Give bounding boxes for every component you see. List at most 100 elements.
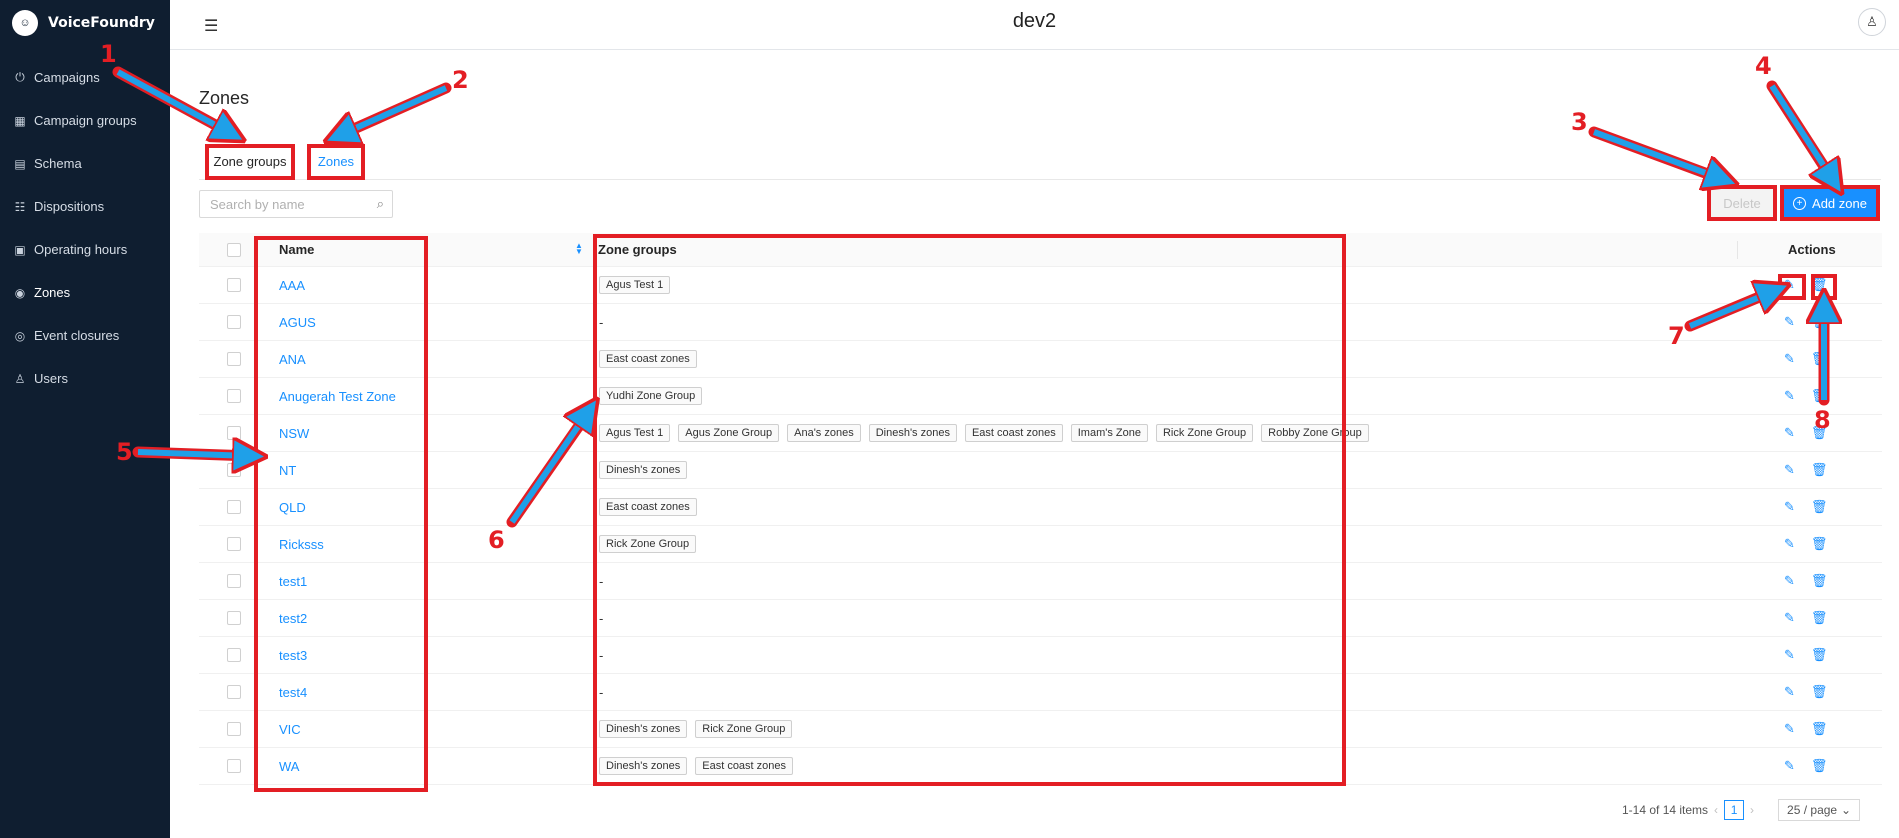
column-header-name[interactable]: Name (279, 233, 314, 266)
edit-icon[interactable]: ✎ (1784, 721, 1795, 737)
trash-icon[interactable]: 🗑 (1811, 499, 1828, 515)
sidebar-item-event-closures[interactable]: ◎ Event closures (0, 314, 170, 357)
delete-button[interactable]: Delete (1707, 185, 1777, 221)
row-checkbox[interactable] (227, 648, 241, 662)
prev-page-icon[interactable]: ‹ (1714, 803, 1718, 817)
row-checkbox[interactable] (227, 352, 241, 366)
sidebar-item-label: Schema (34, 156, 82, 171)
zone-group-tag: Rick Zone Group (695, 720, 793, 738)
users-icon: ♙ (14, 371, 26, 386)
zone-name-link[interactable]: AGUS (279, 315, 316, 330)
row-checkbox[interactable] (227, 500, 241, 514)
row-actions: ✎ 🗑 (1784, 563, 1827, 599)
trash-icon[interactable]: 🗑 (1811, 425, 1828, 441)
row-checkbox[interactable] (227, 315, 241, 329)
zone-name-link[interactable]: AAA (279, 278, 305, 293)
zone-groups-cell: - (599, 600, 603, 636)
sort-icon[interactable]: ▲ ▼ (575, 242, 583, 256)
zone-group-tag: East coast zones (599, 350, 697, 368)
trash-icon[interactable]: 🗑 (1811, 388, 1828, 404)
tab-zone-groups[interactable]: Zone groups (205, 144, 295, 180)
edit-icon[interactable]: ✎ (1784, 610, 1795, 626)
select-all-checkbox[interactable] (227, 242, 241, 257)
trash-icon[interactable]: 🗑 (1811, 758, 1828, 774)
dispositions-icon: ☷ (14, 199, 26, 214)
zone-name-link[interactable]: test3 (279, 648, 307, 663)
edit-icon[interactable]: ✎ (1784, 351, 1795, 367)
trash-icon[interactable]: 🗑 (1811, 536, 1828, 552)
row-checkbox[interactable] (227, 759, 241, 773)
zone-groups-cell: - (599, 637, 603, 673)
row-checkbox[interactable] (227, 685, 241, 699)
edit-icon[interactable]: ✎ (1784, 425, 1795, 441)
search-input[interactable] (200, 191, 360, 217)
pagination-summary: 1-14 of 14 items (1622, 803, 1709, 817)
zone-name-link[interactable]: test4 (279, 685, 307, 700)
trash-icon[interactable]: 🗑 (1811, 721, 1828, 737)
zone-group-tag: Dinesh's zones (868, 424, 957, 442)
sidebar-item-schema[interactable]: ▤ Schema (0, 142, 170, 185)
add-zone-button[interactable]: + Add zone (1780, 185, 1880, 221)
edit-icon[interactable]: ✎ (1784, 684, 1795, 700)
sidebar-item-dispositions[interactable]: ☷ Dispositions (0, 185, 170, 228)
edit-icon[interactable]: ✎ (1784, 499, 1795, 515)
sidebar-item-zones[interactable]: ◉ Zones (0, 271, 170, 314)
trash-icon[interactable]: 🗑 (1811, 647, 1828, 663)
sidebar-item-users[interactable]: ♙ Users (0, 357, 170, 400)
row-actions: ✎ 🗑 (1784, 341, 1827, 377)
next-page-icon[interactable]: › (1750, 803, 1754, 817)
zone-name-link[interactable]: WA (279, 759, 299, 774)
search-icon[interactable]: ⌕ (377, 196, 384, 212)
trash-icon[interactable]: 🗑 (1811, 573, 1828, 589)
trash-icon[interactable]: 🗑 (1811, 277, 1828, 293)
trash-icon[interactable]: 🗑 (1811, 462, 1828, 478)
tab-zones[interactable]: Zones (307, 144, 365, 180)
row-checkbox[interactable] (227, 463, 241, 477)
edit-icon[interactable]: ✎ (1784, 388, 1795, 404)
edit-icon[interactable]: ✎ (1784, 277, 1795, 293)
zone-name-link[interactable]: VIC (279, 722, 301, 737)
trash-icon[interactable]: 🗑 (1811, 314, 1828, 330)
trash-icon[interactable]: 🗑 (1811, 684, 1828, 700)
row-checkbox[interactable] (227, 574, 241, 588)
row-checkbox[interactable] (227, 611, 241, 625)
edit-icon[interactable]: ✎ (1784, 758, 1795, 774)
zone-name-link[interactable]: NSW (279, 426, 309, 441)
edit-icon[interactable]: ✎ (1784, 573, 1795, 589)
zone-name-link[interactable]: test1 (279, 574, 307, 589)
user-avatar-button[interactable]: ♙ (1858, 8, 1886, 36)
row-checkbox[interactable] (227, 278, 241, 292)
trash-icon[interactable]: 🗑 (1811, 351, 1828, 367)
zone-name-link[interactable]: ANA (279, 352, 306, 367)
zone-name-link[interactable]: test2 (279, 611, 307, 626)
sidebar-item-label: Dispositions (34, 199, 105, 214)
edit-icon[interactable]: ✎ (1784, 462, 1795, 478)
column-header-zone-groups: Zone groups (598, 242, 677, 257)
zone-groups-cell: - (599, 674, 603, 710)
sidebar-item-label: Zones (34, 285, 71, 300)
row-checkbox[interactable] (227, 722, 241, 736)
page-size-select[interactable]: 25 / page ⌄ (1778, 799, 1861, 821)
page-number-button[interactable]: 1 (1724, 800, 1745, 820)
row-actions: ✎ 🗑 (1784, 415, 1827, 451)
zone-group-tag: Imam's Zone (1070, 424, 1148, 442)
row-checkbox[interactable] (227, 426, 241, 440)
zone-name-link[interactable]: Anugerah Test Zone (279, 389, 396, 404)
sidebar-item-label: Operating hours (34, 242, 128, 257)
edit-icon[interactable]: ✎ (1784, 536, 1795, 552)
zone-name-link[interactable]: QLD (279, 500, 306, 515)
edit-icon[interactable]: ✎ (1784, 314, 1795, 330)
row-checkbox[interactable] (227, 537, 241, 551)
row-checkbox[interactable] (227, 389, 241, 403)
zone-name-link[interactable]: Ricksss (279, 537, 324, 552)
edit-icon[interactable]: ✎ (1784, 647, 1795, 663)
zone-group-tag: Robby Zone Group (1261, 424, 1369, 442)
pagination: 1-14 of 14 items ‹ 1 › 25 / page ⌄ (1622, 799, 1861, 821)
zone-name-link[interactable]: NT (279, 463, 296, 478)
sidebar-item-campaigns[interactable]: ⏻ Campaigns (0, 56, 170, 99)
table-row: test4 - ✎ 🗑 (199, 674, 1882, 711)
trash-icon[interactable]: 🗑 (1811, 610, 1828, 626)
logo[interactable]: ☺ VoiceFoundry (0, 0, 170, 46)
sidebar-item-operating-hours[interactable]: ▣ Operating hours (0, 228, 170, 271)
sidebar-item-campaign-groups[interactable]: ▦ Campaign groups (0, 99, 170, 142)
